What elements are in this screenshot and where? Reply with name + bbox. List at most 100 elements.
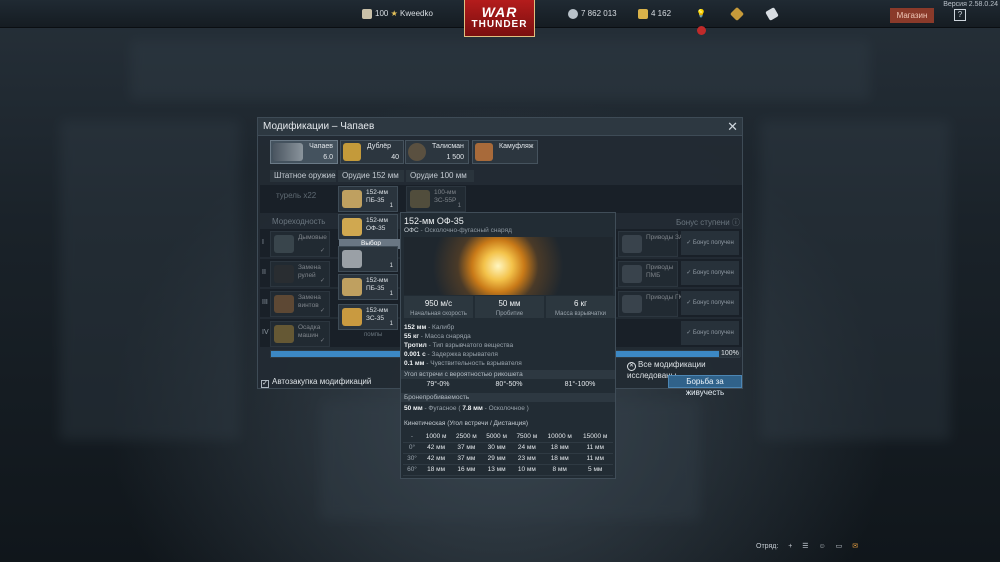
- mod-count: 1: [389, 263, 393, 269]
- prop-fuse-delay: 0.001 с - Задержка взрывателя: [404, 351, 498, 358]
- progress-label: 100%: [719, 350, 741, 357]
- vehicle-slot[interactable]: Чапаев 6.0: [270, 140, 338, 164]
- rudder-icon: [274, 265, 294, 283]
- slot-br: 6.0: [323, 154, 333, 161]
- player-rank: 100: [375, 9, 389, 19]
- shell-icon: [342, 218, 362, 236]
- player-info[interactable]: 100 ★ Kweedko: [362, 9, 433, 19]
- table-cell: 11 мм: [577, 453, 613, 465]
- table-cell: 30 мм: [481, 442, 512, 454]
- mod-engine[interactable]: Осадка машин ✓: [270, 321, 330, 347]
- armor-section-title: Бронепробиваемость: [401, 393, 615, 402]
- table-cell: -: [403, 431, 421, 443]
- mod-152-pb35-3[interactable]: 152-мм ПБ-35 1: [338, 274, 398, 300]
- tier-bonus-cell: ✓ Бонус получен: [681, 291, 739, 315]
- tier-bonus-label[interactable]: Бонус ступени ⓘ: [676, 217, 740, 228]
- list-icon[interactable]: ☰: [802, 543, 808, 550]
- slot-name: Камуфляж: [499, 143, 534, 150]
- table-cell: 30°: [403, 453, 421, 465]
- researched-check-icon: ✓: [319, 338, 325, 344]
- mod-count: 1: [389, 203, 393, 209]
- mod-label: Дымовые: [298, 234, 327, 241]
- ricochet-section-title: Угол встречи с вероятностью рикошета: [401, 370, 615, 379]
- table-cell: 10 мм: [511, 464, 542, 476]
- slot-name: Талисман: [432, 143, 464, 150]
- mod-rudders[interactable]: Замена рулей ✓: [270, 261, 330, 287]
- mod-smoke[interactable]: Дымовые ✓: [270, 231, 330, 257]
- stat-penetration: 50 мм Пробитие: [475, 296, 544, 318]
- mod-label: 100-мм ЗС-55Р: [434, 189, 457, 204]
- modal-header: Модификации – Чапаев ✕: [258, 118, 742, 136]
- mod-label: Приводы ГК: [646, 294, 683, 301]
- mod-152-of35[interactable]: 152-мм ОФ-35: [338, 214, 398, 240]
- shell-icon: [410, 190, 430, 208]
- stat-label: Начальная скорость: [410, 311, 467, 317]
- mod-152-zs35[interactable]: 152-мм ЗС-35 1: [338, 304, 398, 330]
- lightbulb-icon[interactable]: 💡: [696, 9, 706, 18]
- shell-icon: [342, 308, 362, 326]
- table-cell: 37 мм: [451, 453, 482, 465]
- silver-lions-icon: [568, 9, 578, 19]
- chat-icon[interactable]: ▭: [836, 543, 843, 550]
- mod-aa-drives[interactable]: Приводы ЗА: [618, 231, 683, 257]
- slot-name: Дублёр: [367, 143, 392, 150]
- mod-main-drives[interactable]: Приводы ГК: [618, 291, 682, 317]
- gold-balance[interactable]: 4 162: [638, 9, 671, 19]
- kinetic-section-title: Кинетическая (Угол встречи / Дистанция): [404, 420, 528, 427]
- shop-button[interactable]: Магазин: [890, 8, 934, 23]
- close-button[interactable]: ✕: [727, 120, 738, 133]
- mod-152-pb35-2[interactable]: 1: [338, 246, 398, 272]
- drive-icon: [622, 295, 642, 313]
- ricochet-value: 80°-50%: [495, 381, 523, 388]
- stat-value: 50 мм: [498, 299, 521, 308]
- table-cell: 5 мм: [577, 464, 613, 476]
- ship-thumbnail: [273, 143, 303, 161]
- avatar: [362, 9, 372, 19]
- table-cell: 18 мм: [421, 464, 452, 476]
- mod-label: Приводы ЗА: [646, 234, 684, 241]
- silver-balance[interactable]: 7 862 013: [568, 9, 617, 19]
- chest-icon[interactable]: [729, 6, 745, 22]
- column-152mm: Орудие 152 мм: [338, 170, 404, 182]
- squad-label: Отряд:: [756, 543, 779, 550]
- mod-label: Приводы ПМБ: [646, 264, 674, 279]
- mod-propellers[interactable]: Замена винтов ✓: [270, 291, 330, 317]
- game-logo[interactable]: WAR THUNDER: [464, 0, 535, 37]
- table-cell: 5000 м: [481, 431, 512, 443]
- camouflage-slot[interactable]: Камуфляж: [472, 140, 538, 164]
- column-standard-weapon: Штатное оружие: [270, 170, 336, 182]
- tier-bonus-cell: ✓ Бонус получен: [681, 321, 739, 345]
- version-label: Версия 2.58.0.24: [943, 1, 998, 8]
- mod-152-pb35[interactable]: 152-мм ПБ-35 1: [338, 186, 398, 212]
- mod-label: Замена рулей: [298, 264, 321, 279]
- mail-icon[interactable]: ✉: [852, 543, 858, 550]
- table-row: 30° 42 мм 37 мм 29 мм 23 мм 18 мм 11 мм: [403, 453, 613, 465]
- explosion-image: [404, 237, 613, 295]
- mod-pmb-drives[interactable]: Приводы ПМБ: [618, 261, 678, 287]
- autobuy-checkbox[interactable]: ✓: [261, 380, 269, 388]
- add-squad-button[interactable]: +: [788, 543, 792, 550]
- mod-label: Осадка машин: [298, 324, 321, 339]
- mod-100-zs55r[interactable]: 100-мм ЗС-55Р 1: [406, 186, 466, 212]
- stat-label: Масса взрывчатки: [555, 311, 606, 317]
- table-cell: 0°: [403, 442, 421, 454]
- seaworthiness-label: Мореходность: [272, 217, 326, 226]
- contacts-icon[interactable]: ☺: [819, 543, 826, 550]
- shell-type-code: ОФС: [404, 227, 419, 234]
- researched-check-icon: ✓: [319, 248, 325, 254]
- damage-control-button[interactable]: Борьба за живучесть: [668, 375, 742, 397]
- stat-velocity: 950 м/с Начальная скорость: [404, 296, 473, 318]
- standard-weapon-label: турель x22: [276, 191, 317, 200]
- shell-type-desc: - Осколочно-фугасный снаряд: [418, 227, 512, 234]
- notification-badge[interactable]: [697, 26, 706, 35]
- talisman-slot[interactable]: Талисман 1 500: [405, 140, 469, 164]
- researched-check-icon: ✓: [319, 308, 325, 314]
- stat-value: 950 м/с: [424, 299, 453, 308]
- autobuy-toggle[interactable]: ✓ Автозакупка модификаций: [261, 377, 371, 388]
- column-100mm: Орудие 100 мм: [406, 170, 474, 182]
- mod-label: 152-мм ПБ-35: [366, 189, 388, 204]
- coupons-icon[interactable]: [765, 7, 780, 21]
- help-button[interactable]: ?: [954, 9, 966, 21]
- crew-backup-slot[interactable]: Дублёр 40: [340, 140, 404, 164]
- weapons-row: [260, 185, 742, 213]
